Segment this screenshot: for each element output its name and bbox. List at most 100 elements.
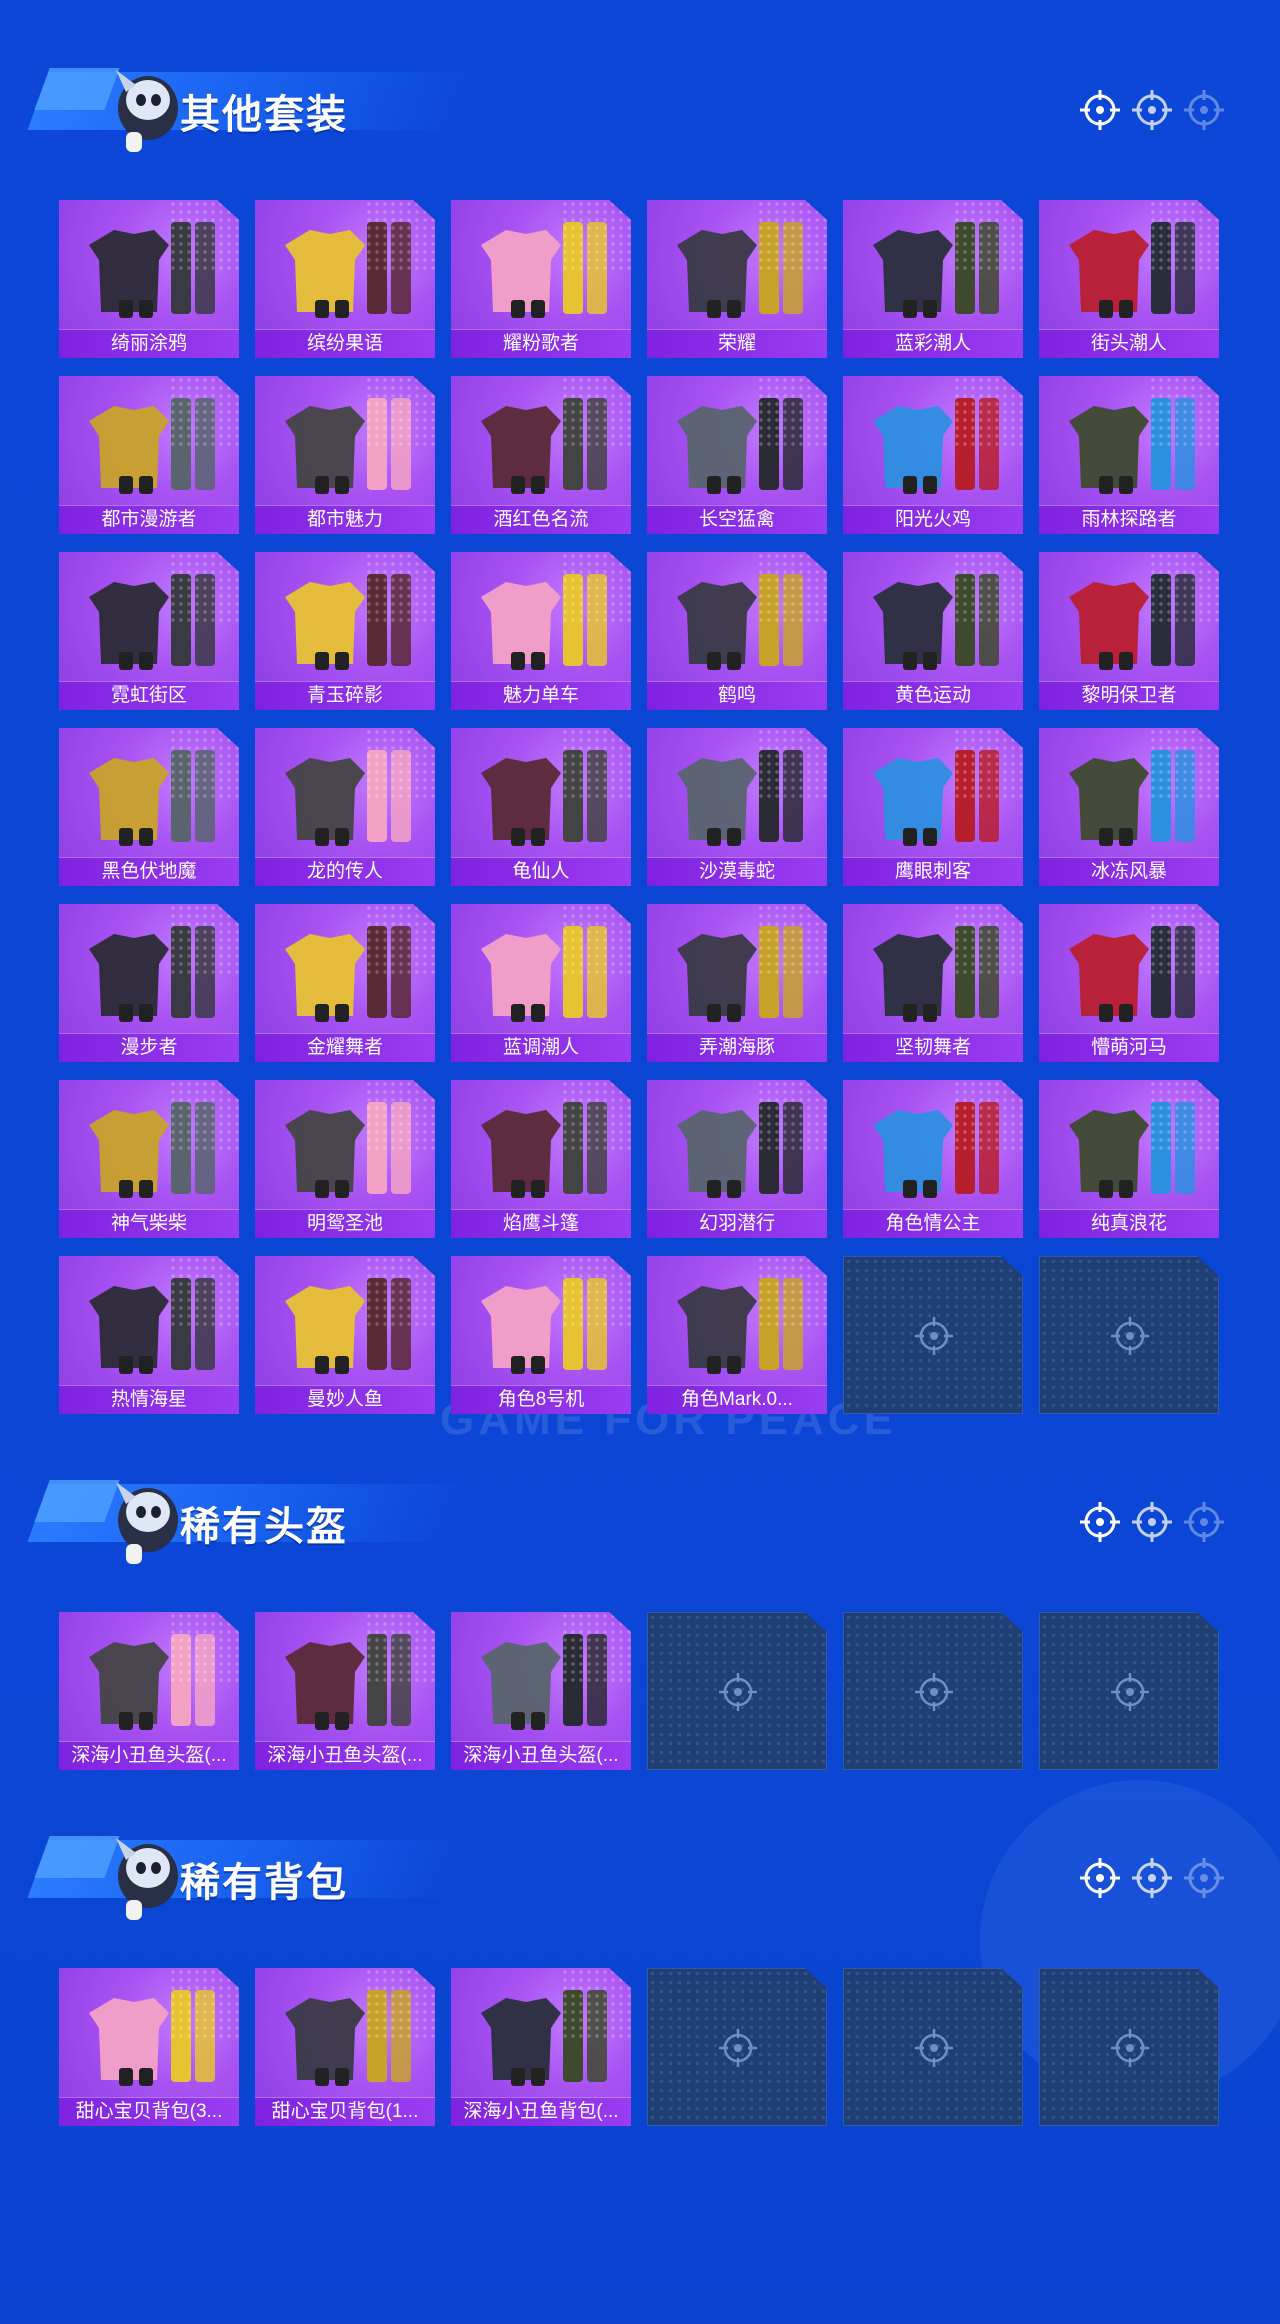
item-card[interactable]: 热情海星 <box>59 1256 239 1414</box>
item-card[interactable]: 漫步者 <box>59 904 239 1062</box>
item-label: 焰鹰斗篷 <box>451 1209 631 1238</box>
item-card[interactable]: 缤纷果语 <box>255 200 435 358</box>
item-card[interactable]: 深海小丑鱼头盔(... <box>59 1612 239 1770</box>
item-card[interactable]: 霓虹街区 <box>59 552 239 710</box>
item-card[interactable]: 龙的传人 <box>255 728 435 886</box>
item-image <box>843 376 1023 508</box>
empty-slot <box>1039 1256 1219 1414</box>
item-image <box>255 552 435 684</box>
empty-slot <box>843 1256 1023 1414</box>
item-label: 街头潮人 <box>1039 329 1219 358</box>
item-card[interactable]: 黎明保卫者 <box>1039 552 1219 710</box>
decor-targets <box>1078 1856 1228 1904</box>
section-header: 稀有背包 <box>27 1818 1228 1920</box>
item-card[interactable]: 深海小丑鱼背包(... <box>451 1968 631 2126</box>
section-header: 其他套装 <box>27 50 1228 152</box>
item-card[interactable]: 雨林探路者 <box>1039 376 1219 534</box>
item-card[interactable]: 明鸳圣池 <box>255 1080 435 1238</box>
crosshair-icon <box>915 2029 953 2067</box>
item-image <box>1039 1080 1219 1212</box>
item-label: 热情海星 <box>59 1385 239 1414</box>
item-card[interactable]: 角色情公主 <box>843 1080 1023 1238</box>
empty-slot <box>1039 1968 1219 2126</box>
item-label: 懵萌河马 <box>1039 1033 1219 1062</box>
item-card[interactable]: 深海小丑鱼头盔(... <box>451 1612 631 1770</box>
item-card[interactable]: 黑色伏地魔 <box>59 728 239 886</box>
item-card[interactable]: 神气柴柴 <box>59 1080 239 1238</box>
item-art <box>1069 1102 1195 1198</box>
crosshair-icon <box>1080 1502 1120 1542</box>
item-card[interactable]: 青玉碎影 <box>255 552 435 710</box>
item-image <box>255 1612 435 1744</box>
item-label: 角色情公主 <box>843 1209 1023 1238</box>
item-art <box>481 222 607 318</box>
item-card[interactable]: 街头潮人 <box>1039 200 1219 358</box>
section-title: 其他套装 <box>180 93 348 137</box>
item-art <box>481 1990 607 2086</box>
item-image <box>451 200 631 332</box>
section-other-outfits: 其他套装 绮丽涂鸦 缤纷果语 耀粉歌者 荣耀 蓝彩潮人 街头潮人都市漫游者 都市魅力 酒红色名… <box>0 50 1280 1430</box>
item-card[interactable]: 沙漠毒蛇 <box>647 728 827 886</box>
item-card[interactable]: 角色8号机 <box>451 1256 631 1414</box>
item-image <box>255 200 435 332</box>
item-image <box>647 1256 827 1388</box>
item-card[interactable]: 耀粉歌者 <box>451 200 631 358</box>
section-header: 稀有头盔 <box>27 1462 1228 1564</box>
item-card[interactable]: 阳光火鸡 <box>843 376 1023 534</box>
item-image <box>1039 552 1219 684</box>
crosshair-icon <box>915 1317 953 1355</box>
item-label: 深海小丑鱼头盔(... <box>255 1741 435 1770</box>
item-card[interactable]: 焰鹰斗篷 <box>451 1080 631 1238</box>
item-card[interactable]: 黄色运动 <box>843 552 1023 710</box>
item-card[interactable]: 幻羽潜行 <box>647 1080 827 1238</box>
section-title: 稀有头盔 <box>180 1505 348 1549</box>
empty-slot <box>843 1968 1023 2126</box>
item-card[interactable]: 甜心宝贝背包(3... <box>59 1968 239 2126</box>
item-card[interactable]: 懵萌河马 <box>1039 904 1219 1062</box>
item-art <box>89 750 215 846</box>
item-card[interactable]: 弄潮海豚 <box>647 904 827 1062</box>
item-card[interactable]: 荣耀 <box>647 200 827 358</box>
item-art <box>677 222 803 318</box>
item-card[interactable]: 龟仙人 <box>451 728 631 886</box>
item-art <box>481 926 607 1022</box>
item-card[interactable]: 坚韧舞者 <box>843 904 1023 1062</box>
item-card[interactable]: 角色Mark.0... <box>647 1256 827 1414</box>
item-image <box>59 1612 239 1744</box>
item-card[interactable]: 绮丽涂鸦 <box>59 200 239 358</box>
item-card[interactable]: 深海小丑鱼头盔(... <box>255 1612 435 1770</box>
item-card[interactable]: 都市漫游者 <box>59 376 239 534</box>
item-card[interactable]: 曼妙人鱼 <box>255 1256 435 1414</box>
item-label: 曼妙人鱼 <box>255 1385 435 1414</box>
item-card[interactable]: 都市魅力 <box>255 376 435 534</box>
item-label: 龙的传人 <box>255 857 435 886</box>
item-image <box>59 200 239 332</box>
item-art <box>677 1102 803 1198</box>
item-card[interactable]: 纯真浪花 <box>1039 1080 1219 1238</box>
item-art <box>873 1102 999 1198</box>
item-image <box>255 1080 435 1212</box>
item-art <box>481 574 607 670</box>
item-label: 鹰眼刺客 <box>843 857 1023 886</box>
item-card[interactable]: 鹰眼刺客 <box>843 728 1023 886</box>
empty-slot <box>843 1612 1023 1770</box>
item-image <box>647 376 827 508</box>
item-art <box>873 398 999 494</box>
item-card[interactable]: 酒红色名流 <box>451 376 631 534</box>
empty-slot <box>1039 1612 1219 1770</box>
item-card[interactable]: 冰冻风暴 <box>1039 728 1219 886</box>
item-card[interactable]: 长空猛禽 <box>647 376 827 534</box>
item-card[interactable]: 甜心宝贝背包(1... <box>255 1968 435 2126</box>
item-label: 酒红色名流 <box>451 505 631 534</box>
item-label: 深海小丑鱼背包(... <box>451 2097 631 2126</box>
item-label: 长空猛禽 <box>647 505 827 534</box>
item-card[interactable]: 魅力单车 <box>451 552 631 710</box>
item-card[interactable]: 金耀舞者 <box>255 904 435 1062</box>
item-image <box>451 1612 631 1744</box>
crosshair-icon <box>1184 1858 1224 1898</box>
item-card[interactable]: 蓝调潮人 <box>451 904 631 1062</box>
outfit-grid: 绮丽涂鸦 缤纷果语 耀粉歌者 荣耀 蓝彩潮人 街头潮人都市漫游者 都市魅力 酒红色名流 长空猛禽… <box>59 200 1224 1414</box>
item-label: 青玉碎影 <box>255 681 435 710</box>
item-card[interactable]: 鹤鸣 <box>647 552 827 710</box>
item-card[interactable]: 蓝彩潮人 <box>843 200 1023 358</box>
